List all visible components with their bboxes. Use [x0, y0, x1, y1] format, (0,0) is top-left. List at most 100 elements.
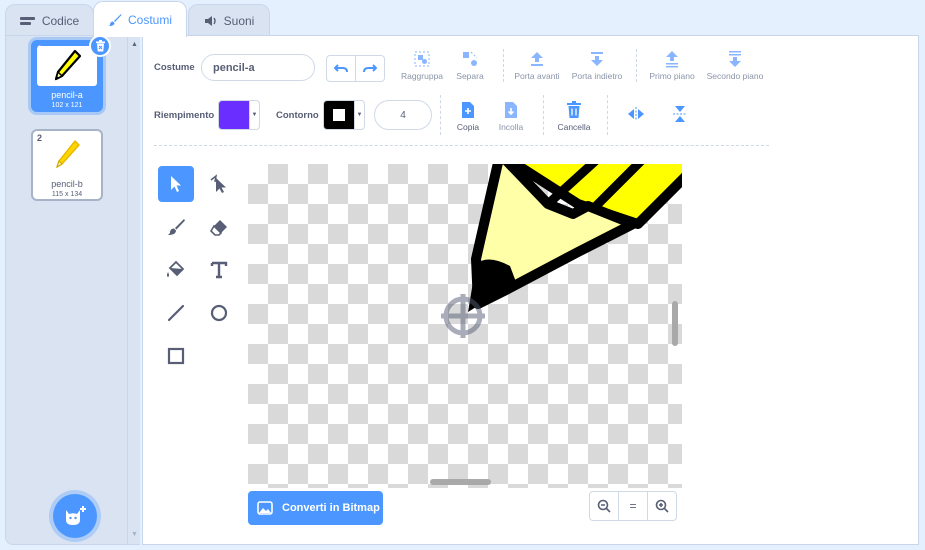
- costume-list: ▲ ▼ 1 pencil-a 102 x 121 2 pencil-b 115 …: [5, 35, 140, 545]
- outline-color-swatch: [324, 101, 354, 129]
- front-label: Primo piano: [649, 71, 695, 81]
- outline-color-picker[interactable]: ▼: [323, 100, 365, 130]
- tab-code-label: Codice: [41, 13, 80, 28]
- paste-label: Incolla: [498, 122, 524, 132]
- backward-icon: [591, 52, 603, 66]
- flip-vertical-button[interactable]: [668, 104, 692, 126]
- group-icon: [414, 51, 430, 67]
- trash-icon: [567, 101, 581, 118]
- delete-costume-button[interactable]: [89, 35, 111, 57]
- front-button[interactable]: Primo piano: [646, 49, 698, 81]
- reshape-pointer-icon: [210, 174, 226, 193]
- brush-icon: [168, 219, 185, 235]
- send-to-back-icon: [729, 51, 741, 67]
- select-tool[interactable]: [158, 166, 194, 202]
- tab-sounds-label: Suoni: [223, 13, 255, 28]
- costume-name-input[interactable]: pencil-a: [201, 54, 315, 81]
- flip-vertical-icon: [673, 106, 687, 122]
- image-icon: [257, 501, 273, 515]
- costume-size: 102 x 121: [51, 102, 83, 109]
- separator: [607, 95, 608, 135]
- copy-button[interactable]: Copia: [448, 100, 488, 132]
- ungroup-button[interactable]: Separa: [450, 49, 490, 81]
- fill-color-picker[interactable]: ▼: [218, 100, 260, 130]
- ungroup-label: Separa: [456, 71, 484, 81]
- scroll-up-arrow-icon[interactable]: ▲: [131, 41, 138, 48]
- choose-costume-button[interactable]: [53, 494, 97, 538]
- trash-icon: [95, 40, 105, 52]
- circle-icon: [210, 304, 228, 322]
- costume-thumbnail: [37, 46, 97, 86]
- eraser-tool[interactable]: [201, 209, 237, 245]
- line-icon: [167, 304, 185, 322]
- backward-label: Porta indietro: [571, 71, 623, 81]
- forward-icon: [531, 52, 543, 66]
- outline-width-input[interactable]: 4: [374, 100, 432, 130]
- rectangle-tool[interactable]: [158, 338, 194, 374]
- zoom-controls: =: [589, 491, 677, 521]
- costume-list-scrollbar[interactable]: ▲ ▼: [127, 36, 140, 544]
- tab-bar: Codice Costumi Suoni: [0, 0, 925, 37]
- zoom-out-button[interactable]: [590, 492, 619, 520]
- backward-button[interactable]: Porta indietro: [569, 49, 625, 81]
- cat-add-icon: [66, 506, 86, 525]
- line-tool[interactable]: [158, 295, 194, 331]
- ungroup-icon: [463, 51, 478, 66]
- delete-button[interactable]: Cancella: [551, 100, 597, 132]
- fill-label: Riempimento: [154, 110, 215, 121]
- flip-horizontal-button[interactable]: [624, 104, 648, 126]
- text-tool[interactable]: [201, 252, 237, 288]
- dropdown-arrow-icon: ▼: [249, 101, 259, 129]
- text-icon: [210, 261, 228, 279]
- undo-button[interactable]: [326, 55, 356, 82]
- paste-button[interactable]: Incolla: [491, 100, 531, 132]
- group-button[interactable]: Raggruppa: [397, 49, 447, 81]
- separator: [503, 49, 504, 82]
- bring-to-front-icon: [666, 51, 678, 68]
- zoom-in-icon: [655, 499, 669, 513]
- costume-size: 115 x 134: [51, 191, 83, 198]
- costume-thumbnail: [37, 135, 97, 175]
- canvas-horizontal-scrollbar[interactable]: [430, 479, 491, 485]
- forward-label: Porta avanti: [514, 71, 560, 81]
- arrow-pointer-icon: [171, 176, 181, 192]
- paste-icon: [505, 102, 517, 118]
- tab-sounds[interactable]: Suoni: [188, 4, 270, 36]
- redo-button[interactable]: [356, 55, 385, 82]
- zoom-reset-button[interactable]: =: [619, 492, 648, 520]
- scroll-down-arrow-icon[interactable]: ▼: [131, 531, 138, 538]
- canvas-vertical-scrollbar[interactable]: [672, 301, 678, 346]
- speaker-icon: [204, 15, 218, 27]
- tab-costumes[interactable]: Costumi: [93, 1, 187, 37]
- costume-tile-2[interactable]: 2 pencil-b 115 x 134: [31, 129, 103, 201]
- separator: [440, 95, 441, 135]
- paint-bucket-icon: [167, 260, 185, 277]
- tab-costumes-label: Costumi: [127, 12, 172, 27]
- flip-horizontal-icon: [628, 107, 644, 121]
- forward-button[interactable]: Porta avanti: [509, 49, 565, 81]
- convert-to-bitmap-button[interactable]: Converti in Bitmap: [248, 491, 383, 525]
- costume-tile-1[interactable]: 1 pencil-a 102 x 121: [31, 35, 111, 112]
- redo-icon: [363, 63, 377, 72]
- back-button[interactable]: Secondo piano: [704, 49, 766, 81]
- rectangle-icon: [167, 347, 185, 365]
- eraser-icon: [209, 220, 227, 236]
- separator: [543, 95, 544, 135]
- separator: [636, 49, 637, 82]
- brush-tool[interactable]: [158, 209, 194, 245]
- back-label: Secondo piano: [706, 71, 764, 81]
- drawing-canvas[interactable]: [248, 164, 682, 488]
- reshape-tool[interactable]: [201, 166, 237, 202]
- tab-code[interactable]: Codice: [5, 4, 94, 36]
- circle-tool[interactable]: [201, 295, 237, 331]
- copy-icon: [462, 102, 474, 118]
- zoom-in-button[interactable]: [648, 492, 676, 520]
- group-label: Raggruppa: [400, 71, 444, 81]
- delete-label: Cancella: [557, 122, 591, 132]
- paint-editor: Costume pencil-a Raggruppa Separa Porta …: [142, 35, 919, 545]
- dropdown-arrow-icon: ▼: [354, 101, 364, 129]
- pencil-thumbnail-icon: [54, 49, 82, 81]
- outline-label: Contorno: [276, 110, 319, 121]
- zoom-out-icon: [597, 499, 611, 513]
- fill-tool[interactable]: [158, 252, 194, 288]
